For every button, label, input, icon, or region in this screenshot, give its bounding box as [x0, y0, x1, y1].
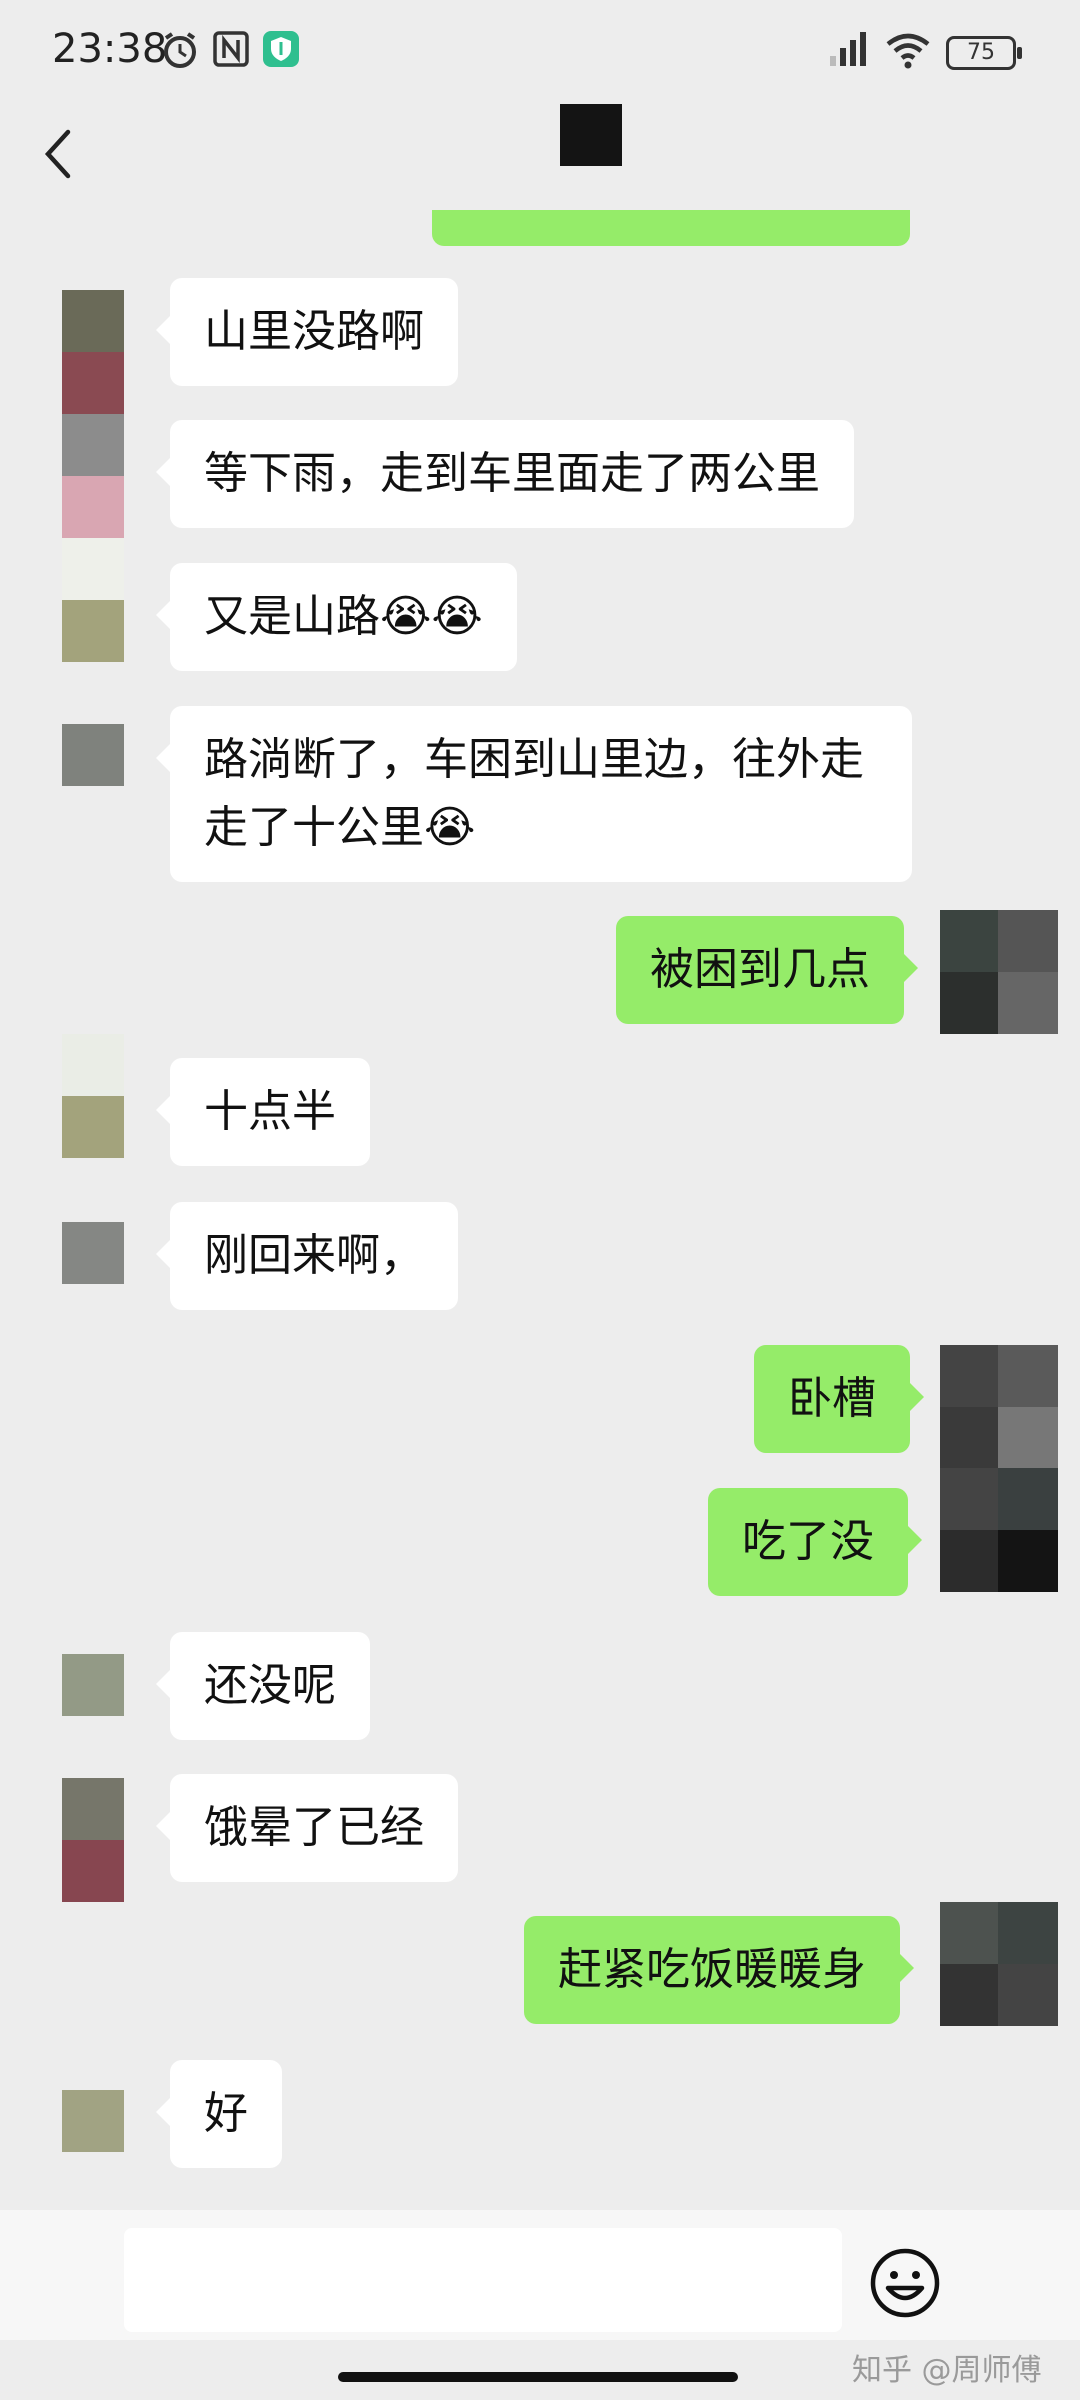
previous-message-partial — [432, 210, 910, 246]
avatar[interactable] — [62, 2090, 124, 2152]
outgoing-message: 卧槽 — [754, 1345, 924, 1453]
avatar[interactable] — [62, 1222, 124, 1284]
message-input[interactable] — [124, 2228, 842, 2332]
my-avatar[interactable] — [940, 1902, 1058, 2026]
incoming-message: 等下雨，走到车里面走了两公里 — [156, 420, 854, 528]
incoming-message: 又是山路😭😭 — [156, 563, 517, 671]
incoming-message: 好 — [156, 2060, 282, 2168]
avatar[interactable] — [62, 290, 124, 414]
incoming-message: 山里没路啊 — [156, 278, 458, 386]
emoji-facepalm-icon: 😭 — [424, 802, 476, 853]
status-bar: 23:38 75 — [0, 0, 1080, 100]
incoming-message: 刚回来啊， — [156, 1202, 458, 1310]
nfc-icon — [212, 30, 250, 72]
my-avatar[interactable] — [940, 910, 1058, 1034]
avatar[interactable] — [62, 414, 124, 538]
emoji-facepalm-icon: 😭😭 — [380, 591, 483, 642]
input-bar — [0, 2210, 1080, 2340]
message-text: 又是山路 — [204, 591, 380, 642]
wifi-icon — [884, 30, 932, 74]
incoming-message: 饿晕了已经 — [156, 1774, 458, 1882]
home-indicator[interactable] — [338, 2372, 738, 2382]
chevron-left-icon[interactable] — [30, 118, 90, 188]
signal-icon — [828, 30, 874, 74]
outgoing-message: 赶紧吃饭暖暖身 — [524, 1916, 914, 2024]
vpn-shield-icon — [262, 30, 300, 72]
my-avatar[interactable] — [940, 1468, 1058, 1592]
battery-icon: 75 — [946, 36, 1022, 70]
incoming-message: 还没呢 — [156, 1632, 370, 1740]
watermark: 知乎 @周师傅 — [852, 2353, 1042, 2388]
avatar[interactable] — [62, 724, 124, 786]
status-time: 23:38 — [52, 26, 168, 72]
incoming-message: 十点半 — [156, 1058, 370, 1166]
avatar[interactable] — [62, 538, 124, 662]
chat-title-redacted — [560, 104, 622, 166]
avatar[interactable] — [62, 1034, 124, 1158]
avatar[interactable] — [62, 1654, 124, 1716]
message-line: 路淌断了，车困到山里边，往外走 — [204, 734, 864, 785]
message-line: 走了十公里 — [204, 802, 424, 853]
avatar[interactable] — [62, 1778, 124, 1902]
chat-header — [0, 100, 1080, 210]
incoming-message: 路淌断了，车困到山里边，往外走 走了十公里😭 — [156, 706, 912, 882]
alarm-icon — [160, 30, 200, 74]
outgoing-message: 被困到几点 — [616, 916, 918, 1024]
smiley-icon[interactable] — [868, 2246, 942, 2320]
my-avatar[interactable] — [940, 1345, 1058, 1469]
outgoing-message: 吃了没 — [708, 1488, 922, 1596]
